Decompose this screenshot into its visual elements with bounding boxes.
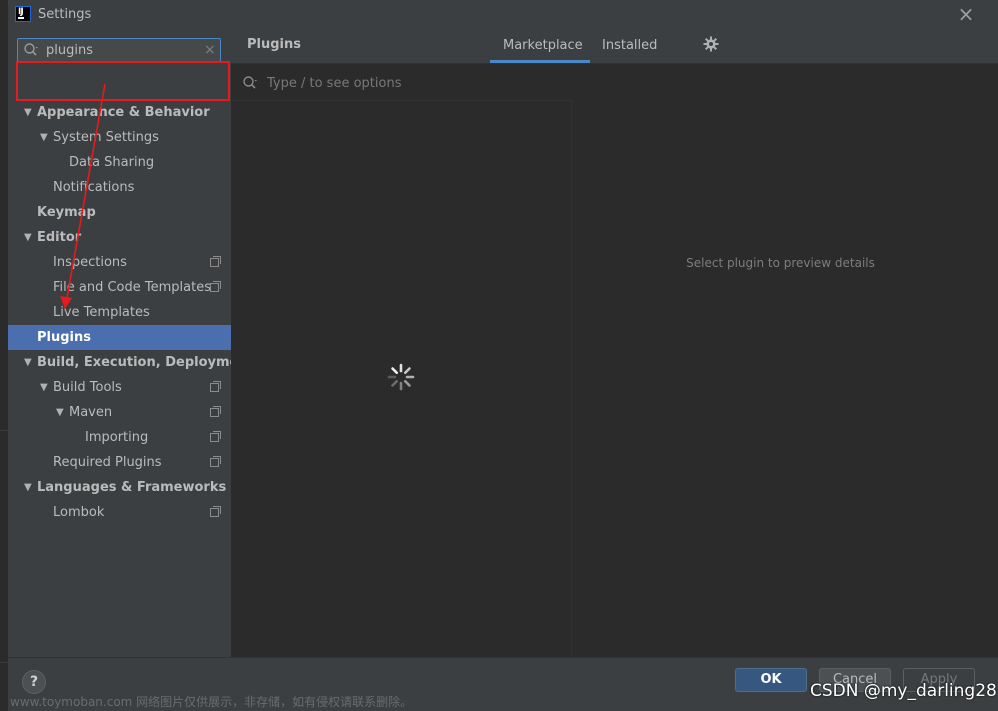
sidebar-item-label: Keymap xyxy=(37,205,96,220)
sidebar-item-label: Plugins xyxy=(37,330,91,345)
sidebar-item-maven[interactable]: ▼ Maven xyxy=(8,400,231,425)
sidebar-item-file-and-code-templates[interactable]: File and Code Templates xyxy=(8,275,231,300)
project-scope-icon xyxy=(210,256,221,267)
help-button[interactable]: ? xyxy=(22,670,46,694)
project-scope-icon xyxy=(210,431,221,442)
sidebar-item-appearance-behavior[interactable]: ▼ Appearance & Behavior xyxy=(8,100,231,125)
settings-sidebar: × ▼Appearance & Behavior▼System Settings… xyxy=(8,30,254,657)
project-scope-icon xyxy=(210,456,221,467)
sidebar-item-label: Inspections xyxy=(53,255,127,270)
gear-icon[interactable] xyxy=(703,36,719,52)
sidebar-item-importing[interactable]: Importing xyxy=(8,425,231,450)
sidebar-item-inspections[interactable]: Inspections xyxy=(8,250,231,275)
sidebar-item-lombok[interactable]: Lombok xyxy=(8,500,231,525)
loading-spinner-icon xyxy=(387,363,415,391)
tab-installed[interactable]: Installed xyxy=(602,38,657,53)
intellij-logo-icon: IJ xyxy=(15,6,31,22)
chevron-down-icon[interactable]: ▼ xyxy=(24,100,36,125)
sidebar-item-label: Importing xyxy=(85,430,149,445)
plugins-panel: Plugins Marketplace Installed Type / to … xyxy=(231,30,998,657)
sidebar-item-label: Appearance & Behavior xyxy=(37,105,210,120)
sidebar-item-system-settings[interactable]: ▼ System Settings xyxy=(8,125,231,150)
project-scope-icon xyxy=(210,406,221,417)
page-title: Plugins xyxy=(247,37,301,52)
clear-search-icon[interactable]: × xyxy=(204,41,218,59)
chevron-down-icon[interactable]: ▼ xyxy=(56,400,68,425)
sidebar-item-label: Data Sharing xyxy=(69,155,155,170)
sidebar-item-required-plugins[interactable]: Required Plugins xyxy=(8,450,231,475)
sidebar-item-build-tools[interactable]: ▼ Build Tools xyxy=(8,375,231,400)
tab-marketplace[interactable]: Marketplace xyxy=(503,38,583,53)
sidebar-item-label: Editor xyxy=(37,230,82,245)
settings-dialog: IJ Settings × × ▼Appearance & Behavior▼S… xyxy=(8,0,998,711)
settings-search-box[interactable]: × xyxy=(17,38,221,62)
search-icon xyxy=(243,76,257,89)
chevron-down-icon[interactable]: ▼ xyxy=(40,375,52,400)
ok-button[interactable]: OK xyxy=(735,668,807,692)
sidebar-item-label: System Settings xyxy=(53,130,159,145)
background-editor-strip xyxy=(0,0,8,711)
active-tab-indicator xyxy=(490,60,590,63)
sidebar-item-label: Required Plugins xyxy=(53,455,162,470)
project-scope-icon xyxy=(210,506,221,517)
chevron-down-icon[interactable]: ▼ xyxy=(24,475,36,500)
sidebar-item-keymap[interactable]: Keymap xyxy=(8,200,231,225)
sidebar-item-label: Lombok xyxy=(53,505,105,520)
sidebar-item-label: Languages & Frameworks xyxy=(37,480,227,495)
plugin-filter-bar[interactable] xyxy=(231,65,572,101)
sidebar-item-live-templates[interactable]: Live Templates xyxy=(8,300,231,325)
window-title: Settings xyxy=(38,7,92,22)
sidebar-item-data-sharing[interactable]: Data Sharing xyxy=(8,150,231,175)
sidebar-item-languages-frameworks[interactable]: ▼ Languages & Frameworks xyxy=(8,475,231,500)
project-scope-icon xyxy=(210,281,221,292)
sidebar-item-label: File and Code Templates xyxy=(53,280,211,295)
empty-state-message: Select plugin to preview details xyxy=(686,256,875,270)
annotation-highlight-box xyxy=(16,61,230,101)
chevron-down-icon[interactable]: ▼ xyxy=(24,225,36,250)
watermark-left: www.toymoban.com 网络图片仅供展示，非存储，如有侵权请联系删除。 xyxy=(10,695,413,709)
plugin-list-pane xyxy=(231,65,572,657)
sidebar-item-label: Build Tools xyxy=(53,380,122,395)
sidebar-item-label: Maven xyxy=(69,405,113,420)
sidebar-item-label: Notifications xyxy=(53,180,135,195)
project-scope-icon xyxy=(210,381,221,392)
sidebar-item-notifications[interactable]: Notifications xyxy=(8,175,231,200)
sidebar-item-plugins[interactable]: Plugins xyxy=(8,325,231,350)
sidebar-item-label: Live Templates xyxy=(53,305,150,320)
close-button[interactable]: × xyxy=(956,4,976,24)
plugin-search-input[interactable] xyxy=(267,73,557,93)
plugin-details-pane: Select plugin to preview details xyxy=(573,65,998,657)
sidebar-item-label: Build, Execution, Deployment xyxy=(37,355,254,370)
sidebar-item-editor[interactable]: ▼ Editor xyxy=(8,225,231,250)
search-icon xyxy=(24,43,38,56)
sidebar-item-build-execution-deployment[interactable]: ▼ Build, Execution, Deployment xyxy=(8,350,254,375)
settings-search-input[interactable] xyxy=(46,41,196,59)
chevron-down-icon[interactable]: ▼ xyxy=(40,125,52,150)
watermark-right: CSDN @my_darling28 xyxy=(810,681,997,701)
chevron-down-icon[interactable]: ▼ xyxy=(24,350,36,375)
title-bar: IJ Settings × xyxy=(8,0,998,30)
plugins-header: Plugins Marketplace Installed xyxy=(231,30,998,64)
